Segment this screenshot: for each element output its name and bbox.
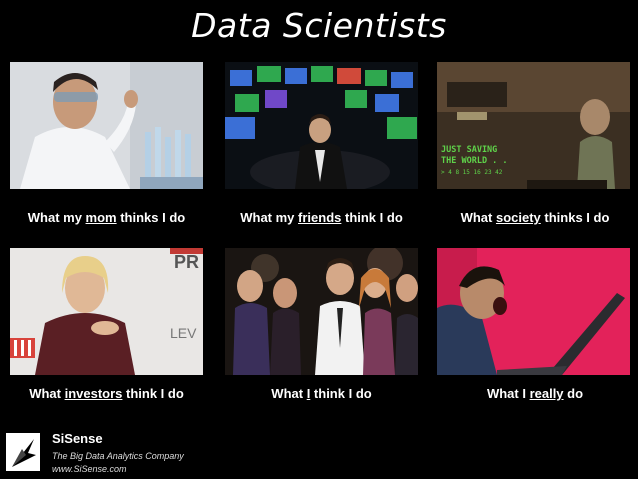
panel-investors-image: PR LEV: [10, 248, 203, 375]
sign-numbers: > 4 8 15 16 23 42: [441, 169, 503, 176]
panel-mom-image: [10, 62, 203, 189]
sisense-arrow-icon: [6, 433, 40, 471]
brand-tagline: The Big Data Analytics Company: [52, 451, 184, 461]
caption-friends: What my friends think I do: [240, 210, 403, 225]
caption-emphasis: mom: [85, 210, 117, 225]
brand-url[interactable]: www.SiSense.com: [52, 464, 127, 474]
caption-emphasis: really: [529, 386, 564, 401]
panel-i-think-image: [225, 248, 418, 375]
background-sign-mid: LEV: [170, 325, 197, 341]
background-sign-top: PR: [174, 252, 199, 272]
sign-line2: THE WORLD . .: [441, 156, 508, 166]
caption-emphasis: investors: [64, 386, 123, 401]
brand-name: SiSense: [52, 431, 103, 446]
panel-really-image: [437, 248, 630, 375]
caption-society: What society thinks I do: [460, 210, 610, 225]
caption-emphasis: friends: [298, 210, 342, 225]
caption-i-think: What I think I do: [271, 386, 372, 401]
sign-line1: JUST SAVING: [441, 145, 497, 155]
caption-really: What I really do: [486, 386, 584, 401]
caption-emphasis: society: [495, 210, 541, 225]
caption-investors: What investors think I do: [29, 386, 184, 401]
page-title: Data Scientists: [191, 6, 447, 45]
panel-society-image: JUST SAVING THE WORLD . . > 4 8 15 16 23…: [437, 62, 630, 189]
panel-friends-image: [225, 62, 418, 189]
caption-mom: What my mom thinks I do: [27, 210, 186, 225]
